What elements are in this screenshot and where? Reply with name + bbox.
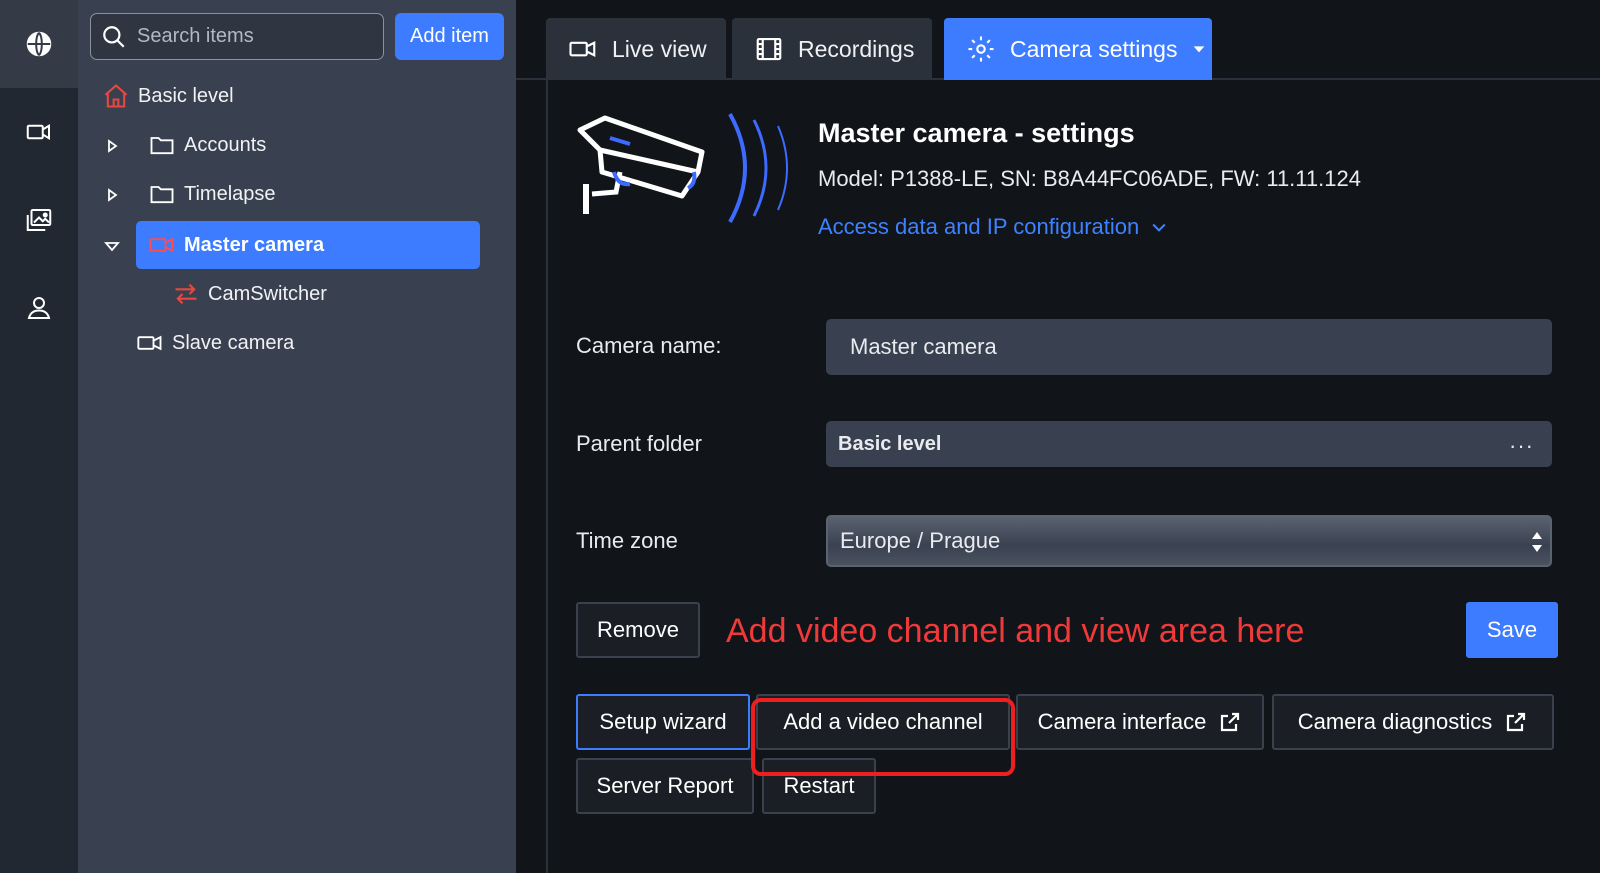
settings-panel: Master camera - settings Model: P1388-LE… [546,80,1600,873]
film-icon [756,37,782,61]
remove-button[interactable]: Remove [576,602,700,658]
folder-icon [150,137,174,155]
save-button[interactable]: Save [1466,602,1558,658]
camera-diagnostics-button[interactable]: Camera diagnostics [1272,694,1554,750]
camera-name-input[interactable] [826,334,1552,360]
parent-folder-label: Parent folder [576,431,702,456]
setup-wizard-button[interactable]: Setup wizard [576,694,750,750]
tree-node-accounts[interactable]: Accounts [148,121,266,169]
user-icon [27,297,51,319]
gallery-icon [26,209,52,231]
search-box[interactable] [90,13,384,60]
select-arrows-icon [1532,532,1542,552]
parent-folder-field[interactable]: Basic level ··· [826,421,1552,467]
search-icon [103,25,125,48]
page-title: Master camera - settings [818,118,1135,148]
camera-icon [26,123,50,141]
tree-node-label: Master camera [184,233,325,256]
search-input[interactable] [137,25,377,48]
access-data-link[interactable]: Access data and IP configuration [818,214,1169,240]
left-rail [0,0,78,873]
camera-interface-button[interactable]: Camera interface [1016,694,1264,750]
annotation-hint: Add video channel and view area here [726,612,1305,650]
tab-live-view[interactable]: Live view [546,18,726,80]
time-zone-select[interactable]: Europe / Prague [826,515,1552,567]
home-icon [104,84,128,108]
tree-node-label: Timelapse [184,182,276,205]
external-link-icon [1221,712,1240,732]
camera-icon [149,237,174,253]
tree-node-timelapse[interactable]: Timelapse [148,170,276,218]
tree-node-camswitcher[interactable]: CamSwitcher [172,270,327,318]
chevron-down-icon [1152,223,1166,232]
rail-item-camera[interactable] [0,88,78,176]
rail-item-globe[interactable] [0,0,78,88]
tree-node-label: Slave camera [172,331,295,354]
app-window: Add item Basic level Accounts Timelapse … [0,0,1600,873]
camera-icon [137,335,162,351]
gear-icon [968,36,994,62]
camera-model-info: Model: P1388-LE, SN: B8A44FC06ADE, FW: 1… [818,166,1361,191]
tab-label: Live view [612,35,707,62]
tree-node-label: Accounts [184,133,267,156]
tree-node-master-camera[interactable]: Master camera [136,221,480,269]
tab-bar: Live view Recordings Camera settings [516,0,1600,80]
parent-folder-value: Basic level [838,432,942,455]
tab-camera-settings[interactable]: Camera settings [944,18,1212,80]
time-zone-value: Europe / Prague [840,528,1001,553]
camera-name-label: Camera name: [576,333,722,358]
rail-item-gallery[interactable] [0,176,78,264]
camera-interface-label: Camera interface [1037,709,1207,734]
tab-label: Recordings [798,35,915,62]
rail-item-user[interactable] [0,264,78,352]
folder-icon [150,186,174,204]
camera-name-field[interactable] [826,319,1552,375]
caret-right-icon[interactable] [104,187,120,203]
tree-node-label: Basic level [138,84,234,107]
server-report-button[interactable]: Server Report [576,758,754,814]
add-item-button[interactable]: Add item [395,13,504,60]
camera-icon [569,41,596,57]
camera-diagnostics-label: Camera diagnostics [1297,709,1493,734]
tree-node-slave-camera[interactable]: Slave camera [136,319,294,367]
caret-down-icon [1194,46,1205,53]
security-camera-icon [577,113,788,223]
external-link-icon [1507,712,1526,732]
tree-node-label: CamSwitcher [208,282,327,305]
switch-arrows-icon [175,283,197,305]
annotation-highlight-box [751,698,1015,776]
tab-recordings[interactable]: Recordings [732,18,932,80]
tree-panel: Add item Basic level Accounts Timelapse … [78,0,516,873]
caret-right-icon[interactable] [104,138,120,154]
caret-down-icon[interactable] [104,238,120,254]
access-data-label: Access data and IP configuration [818,214,1140,239]
time-zone-label: Time zone [576,528,678,553]
more-options-icon[interactable]: ··· [1509,433,1534,459]
main-area: Live view Recordings Camera settings Mas… [516,0,1600,873]
globe-icon [26,31,52,57]
tab-label: Camera settings [1010,35,1178,62]
tree-node-basic-level[interactable]: Basic level [102,72,234,120]
